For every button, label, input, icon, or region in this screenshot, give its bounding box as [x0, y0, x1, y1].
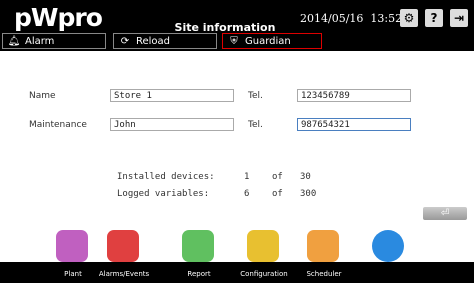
tel1-field[interactable]: 123456789: [297, 89, 411, 102]
nav-scheduler-label: Scheduler: [306, 270, 342, 278]
tab-alarm[interactable]: 🔔︎ Alarm: [2, 33, 106, 49]
tab-guardian-label: Guardian: [245, 36, 291, 47]
name-field[interactable]: Store 1: [110, 89, 234, 102]
tab-reload[interactable]: ⟳ Reload: [113, 33, 217, 49]
report-icon: [182, 230, 214, 262]
network-icon[interactable]: ⚙: [400, 9, 418, 27]
maintenance-field[interactable]: John: [110, 118, 234, 131]
enter-button[interactable]: ⏎: [423, 207, 467, 220]
logged-variables-label: Logged variables:: [117, 189, 210, 199]
back-arrow-icon: [372, 230, 404, 262]
installed-devices-total: 30: [300, 172, 311, 182]
installed-devices-count: 1: [244, 172, 250, 182]
nav-alarms-label: Alarms/Events: [98, 270, 150, 278]
nav-report-label: Report: [187, 270, 211, 278]
tab-alarm-label: Alarm: [25, 36, 55, 47]
nav-scheduler[interactable]: Scheduler: [289, 230, 359, 282]
bell-icon: 🔔︎: [7, 36, 21, 47]
reload-icon: ⟳: [120, 36, 130, 47]
installed-devices-label: Installed devices:: [117, 172, 215, 182]
app-logo: pWpro: [14, 3, 114, 32]
tel1-label: Tel.: [248, 91, 263, 101]
alarms-icon: [107, 230, 139, 262]
logged-variables-total: 300: [300, 189, 317, 199]
scheduler-icon: [307, 230, 339, 262]
configuration-icon: [247, 230, 279, 262]
nav-back[interactable]: [354, 230, 424, 282]
help-icon[interactable]: ?: [425, 9, 443, 27]
logged-variables-count: 6: [244, 189, 250, 199]
header-bar: pWpro Site information 2014/05/16 13:52 …: [0, 0, 474, 51]
plant-icon: [56, 230, 88, 262]
nav-alarms-events[interactable]: Alarms/Events: [89, 230, 159, 282]
logout-icon[interactable]: ⇥: [450, 9, 468, 27]
logged-variables-of: of: [272, 189, 283, 199]
nav-report[interactable]: Report: [164, 230, 234, 282]
tab-guardian[interactable]: ⛨ Guardian: [222, 33, 322, 49]
tab-reload-label: Reload: [136, 36, 171, 47]
date-text: 2014/05/16: [300, 12, 364, 25]
datetime: 2014/05/16 13:52: [300, 12, 402, 25]
installed-devices-of: of: [272, 172, 283, 182]
tel2-field[interactable]: 987654321: [297, 118, 411, 131]
guardian-icon: ⛨: [230, 36, 238, 47]
tab-bar: 🔔︎ Alarm ⟳ Reload ⛨ Guardian: [0, 32, 474, 51]
tel2-label: Tel.: [248, 120, 263, 130]
name-label: Name: [29, 91, 56, 101]
maintenance-label: Maintenance: [29, 120, 87, 130]
logo-text: pWpro: [14, 3, 103, 32]
time-text: 13:52: [370, 12, 403, 25]
